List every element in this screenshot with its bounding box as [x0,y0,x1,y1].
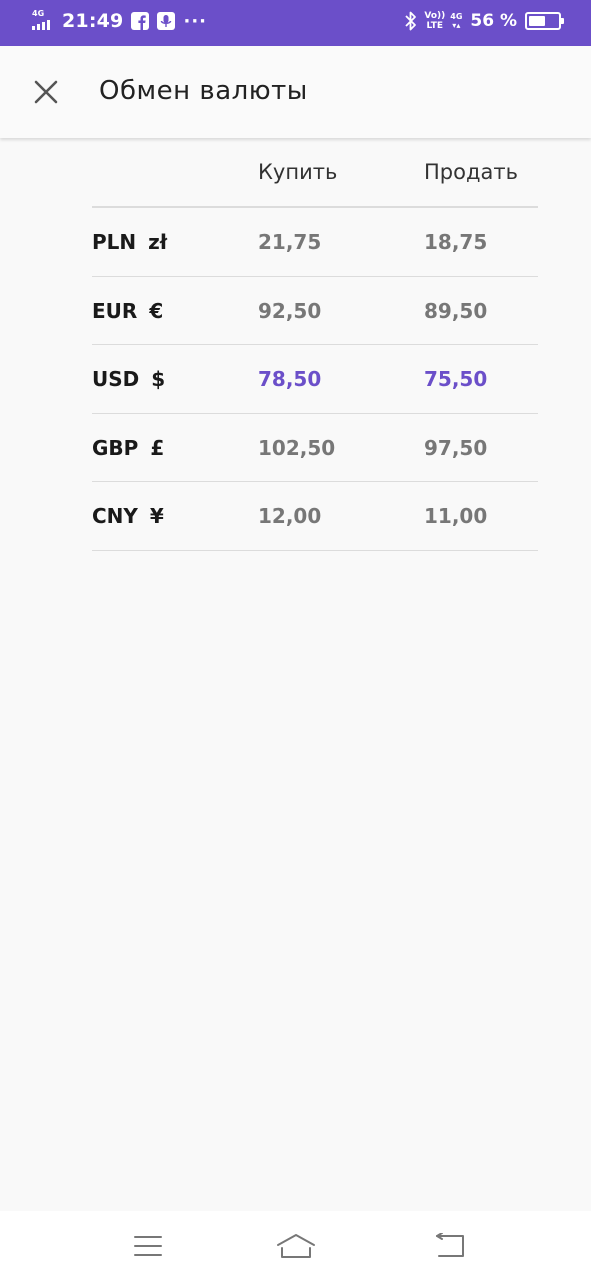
sell-rate: 75,50 [424,367,488,391]
currency-cell: USD $ [92,367,165,391]
currency-code: USD [92,367,140,391]
sell-rate: 11,00 [424,504,488,528]
voice-recorder-icon [157,12,176,30]
battery-percent: 56 % [470,11,517,31]
buy-rate: 92,50 [258,298,322,323]
currency-symbol: $ [151,367,166,391]
network-tag: 4G [32,9,45,18]
currency-code: EUR [92,298,138,323]
status-bar: 4G 21:49 ··· Vo)) LTE 4G ▾▴ 56 % [0,0,591,46]
buy-rate: 78,50 [258,367,322,391]
system-nav-bar [0,1211,591,1280]
table-row-pln: PLN zł 21,75 18,75 [92,208,538,277]
currency-cell: CNY ¥ [92,504,164,528]
menu-icon [134,1236,162,1256]
back-button[interactable] [430,1229,470,1263]
currency-cell: GBP £ [92,436,164,460]
sell-rate: 97,50 [424,435,488,460]
facebook-icon [131,12,150,30]
battery-fill [529,16,545,26]
close-button[interactable] [24,70,68,114]
home-icon [277,1234,315,1258]
currency-cell: PLN zł [92,230,167,254]
table-row-cny: CNY ¥ 12,00 11,00 [92,482,538,551]
net-4g-label: 4G [450,12,463,21]
signal-icon: 4G [32,9,54,32]
table-row-gbp: GBP £ 102,50 97,50 [92,414,538,482]
sell-rate: 89,50 [424,298,488,323]
volte-top: Vo)) [424,11,446,21]
sell-column-header: Продать [424,160,518,184]
sell-rate: 18,75 [424,230,488,254]
table-row-eur: EUR € 92,50 89,50 [92,277,538,345]
recent-apps-button[interactable] [128,1229,168,1263]
data-4g-icon: 4G ▾▴ [450,12,462,30]
data-arrows: ▾▴ [452,21,461,30]
currency-code: GBP [92,435,139,460]
volte-icon: Vo)) LTE [424,11,445,31]
app-bar: Обмен валюты [0,46,591,138]
page-title: Обмен валюты [99,76,308,106]
bluetooth-icon [405,11,417,31]
home-button[interactable] [276,1229,316,1263]
back-icon [436,1233,464,1257]
status-time: 21:49 [62,10,124,32]
more-notifications-icon: ··· [183,10,207,32]
table-row-usd: USD $ 78,50 75,50 [92,345,538,414]
buy-column-header: Купить [258,160,338,184]
close-icon [34,80,58,104]
currency-symbol: ¥ [149,504,164,528]
table-header: Купить Продать [92,138,538,208]
buy-rate: 21,75 [258,230,322,254]
volte-bottom: LTE [426,21,444,31]
currency-cell: EUR € [92,299,163,323]
currency-symbol: € [149,298,164,323]
currency-symbol: £ [150,435,165,460]
buy-rate: 12,00 [258,504,322,528]
battery-icon [525,12,564,30]
buy-rate: 102,50 [258,435,336,460]
exchange-rates-table: Купить Продать PLN zł 21,75 18,75 EUR € … [92,138,538,551]
currency-code: PLN [92,230,137,254]
currency-code: CNY [92,504,138,528]
currency-symbol: zł [148,230,168,254]
